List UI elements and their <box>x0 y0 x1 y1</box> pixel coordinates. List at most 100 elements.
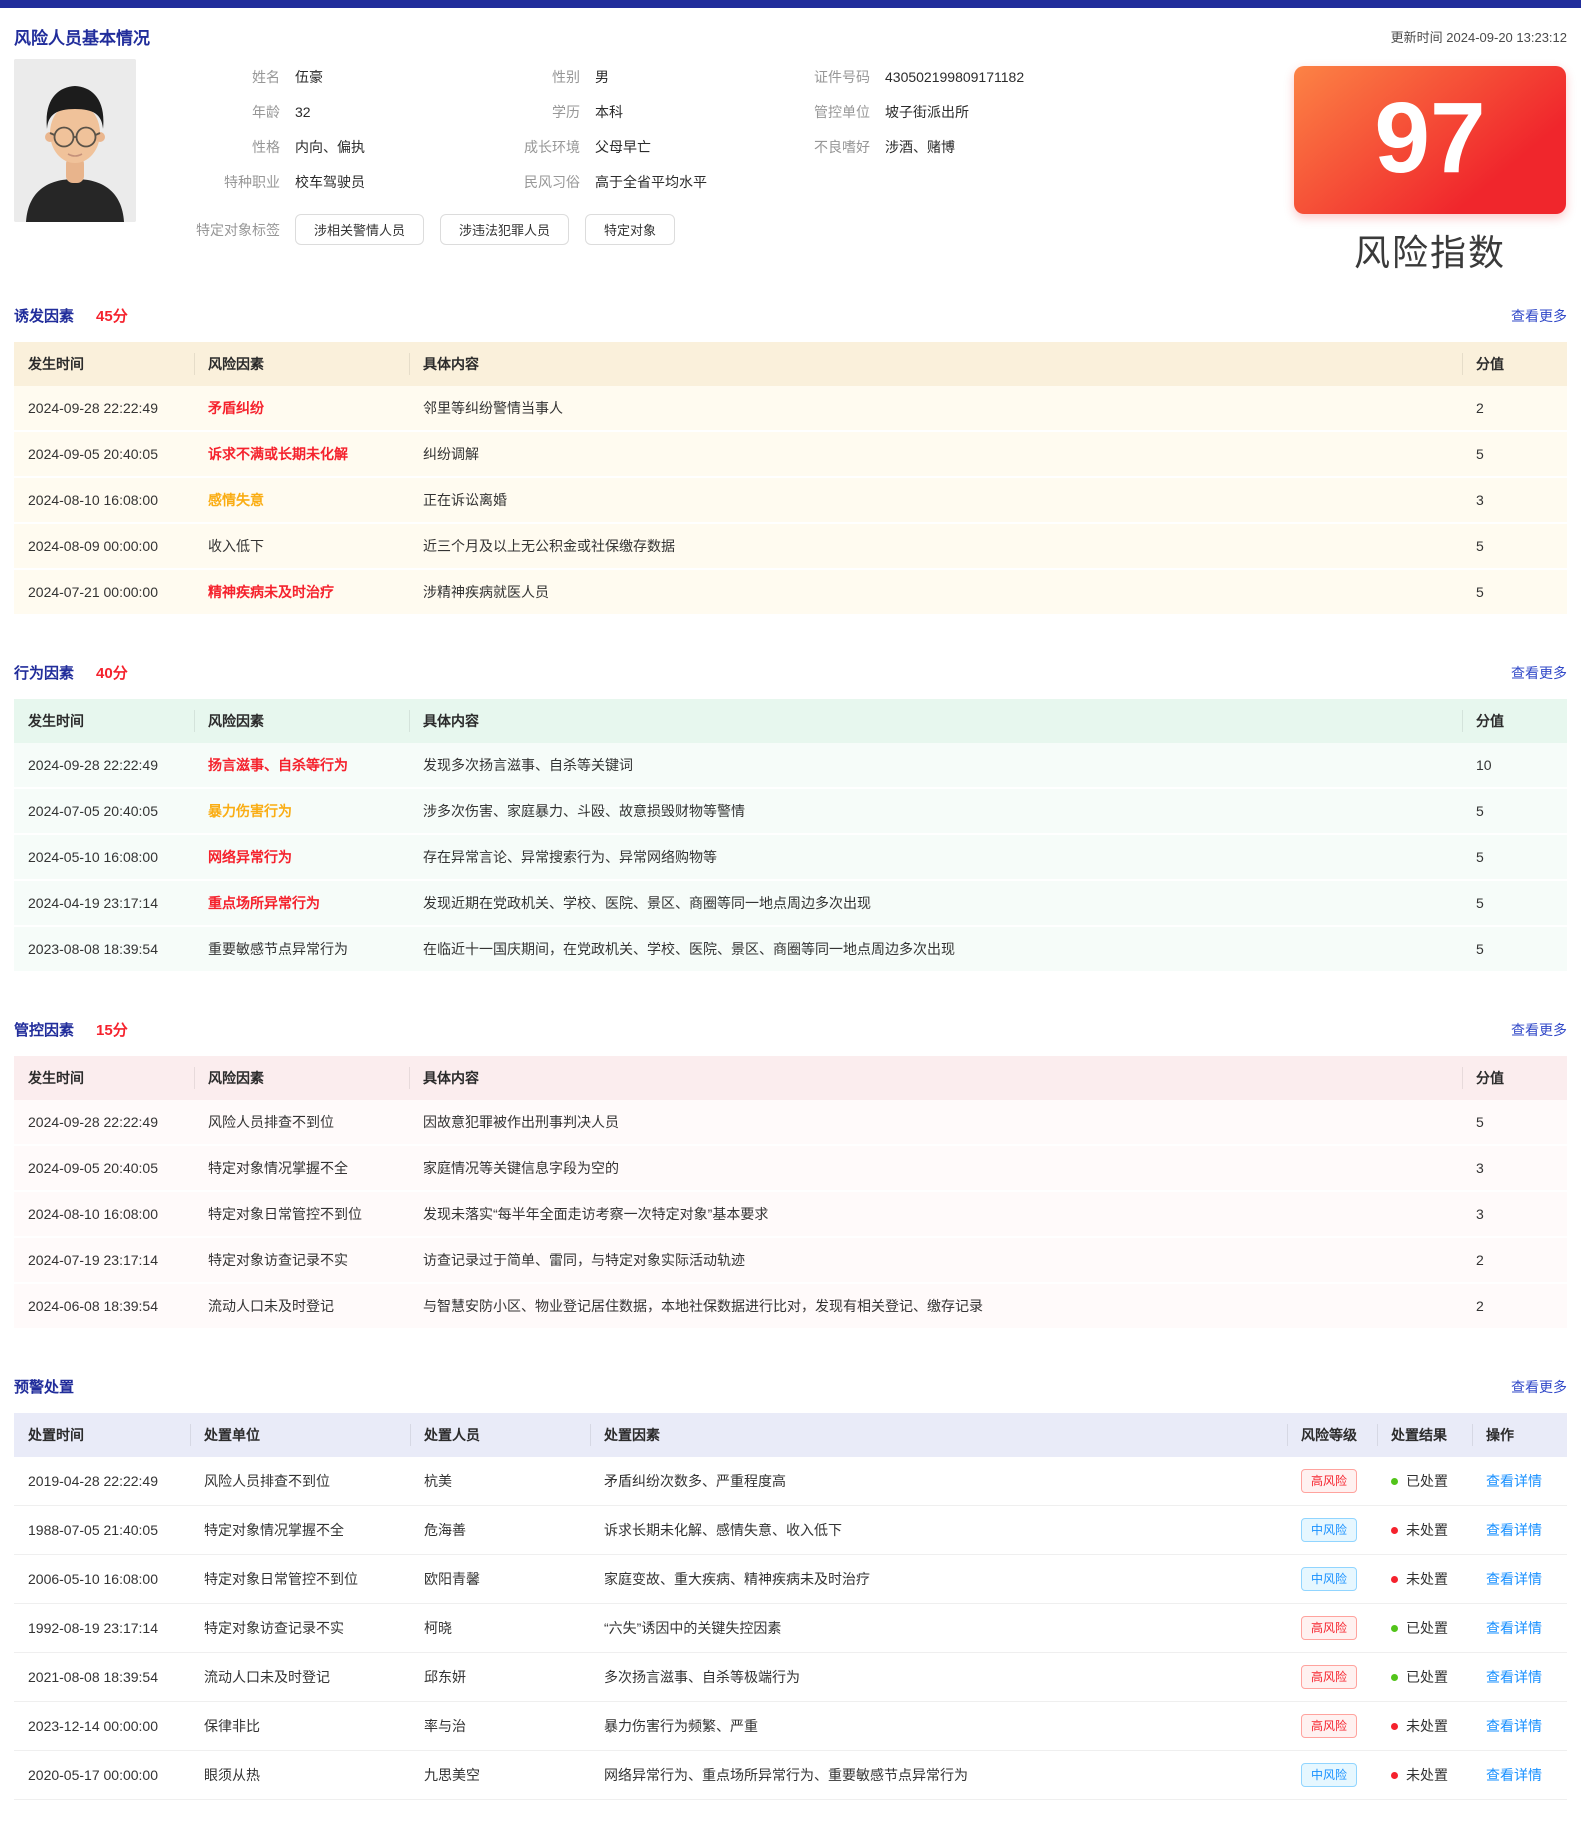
result-status-dot <box>1391 1576 1398 1583</box>
cell-person: 杭美 <box>410 1457 590 1506</box>
cell-risk-level: 中风险 <box>1287 1555 1377 1604</box>
column-header: 处置人员 <box>410 1413 590 1457</box>
column-header: 发生时间 <box>14 1056 194 1100</box>
cell-risk-factor: 特定对象日常管控不到位 <box>194 1191 409 1237</box>
factor-section-behavior: 行为因素40分查看更多发生时间风险因素具体内容分值2024-09-28 22:2… <box>14 662 1567 973</box>
profile-field-label: 特种职业 <box>180 172 280 192</box>
profile-tags-row: 特定对象标签 涉相关警情人员涉违法犯罪人员特定对象 <box>180 214 1247 245</box>
table-row: 2024-07-05 20:40:05暴力伤害行为涉多次伤害、家庭暴力、斗殴、故… <box>14 788 1567 834</box>
cell-result: 已处置 <box>1377 1457 1472 1506</box>
cell-risk-factor: 矛盾纠纷 <box>194 386 409 431</box>
view-more-link[interactable]: 查看更多 <box>1511 306 1567 326</box>
cell-content: 存在异常言论、异常搜索行为、异常网络购物等 <box>409 834 1462 880</box>
result-text: 已处置 <box>1406 1473 1448 1489</box>
cell-person: 邱东妍 <box>410 1653 590 1702</box>
result-text: 未处置 <box>1406 1522 1448 1538</box>
profile-field-value: 男 <box>580 67 760 87</box>
cell-risk-factor: 流动人口未及时登记 <box>194 1283 409 1329</box>
risk-level-badge: 中风险 <box>1301 1567 1357 1591</box>
cell-content: 发现近期在党政机关、学校、医院、景区、商圈等同一地点周边多次出现 <box>409 880 1462 926</box>
cell-unit: 风险人员排查不到位 <box>190 1457 410 1506</box>
view-detail-link[interactable]: 查看详情 <box>1486 1669 1542 1685</box>
cell-content: 在临近十一国庆期间，在党政机关、学校、医院、景区、商圈等同一地点周边多次出现 <box>409 926 1462 972</box>
factor-table: 发生时间风险因素具体内容分值2024-09-28 22:22:49风险人员排查不… <box>14 1056 1567 1330</box>
column-header: 分值 <box>1462 342 1567 386</box>
cell-content: 因故意犯罪被作出刑事判决人员 <box>409 1100 1462 1145</box>
cell-content: 涉精神疾病就医人员 <box>409 569 1462 615</box>
view-detail-link[interactable]: 查看详情 <box>1486 1620 1542 1636</box>
cell-time: 2020-05-17 00:00:00 <box>14 1751 190 1800</box>
view-detail-link[interactable]: 查看详情 <box>1486 1473 1542 1489</box>
profile-field-value: 涉酒、赌博 <box>870 137 1247 157</box>
profile-field-value: 430502199809171182 <box>870 69 1247 85</box>
cell-time: 2024-09-05 20:40:05 <box>14 1145 194 1191</box>
cell-unit: 特定对象访查记录不实 <box>190 1604 410 1653</box>
result-status-dot <box>1391 1723 1398 1730</box>
risk-level-badge: 高风险 <box>1301 1714 1357 1738</box>
cell-result: 已处置 <box>1377 1653 1472 1702</box>
section-header: 预警处置 查看更多 <box>14 1376 1567 1397</box>
cell-risk-factor: 特定对象访查记录不实 <box>194 1237 409 1283</box>
page-header: 风险人员基本情况 更新时间 2024-09-20 13:23:12 <box>14 24 1567 49</box>
cell-unit: 保律非比 <box>190 1702 410 1751</box>
view-more-link[interactable]: 查看更多 <box>1511 1020 1567 1040</box>
cell-action: 查看详情 <box>1472 1506 1567 1555</box>
update-time-value: 2024-09-20 13:23:12 <box>1446 30 1567 45</box>
section-header: 诱发因素45分查看更多 <box>14 305 1567 326</box>
cell-time: 1992-08-19 23:17:14 <box>14 1604 190 1653</box>
result-status-dot <box>1391 1527 1398 1534</box>
cell-risk-level: 高风险 <box>1287 1653 1377 1702</box>
disposal-section: 预警处置查看更多处置时间处置单位处置人员处置因素风险等级处置结果操作2019-0… <box>14 1376 1567 1800</box>
cell-risk-factor: 收入低下 <box>194 523 409 569</box>
cell-time: 2023-12-14 00:00:00 <box>14 1702 190 1751</box>
view-more-link[interactable]: 查看更多 <box>1511 663 1567 683</box>
table-row: 2024-09-28 22:22:49风险人员排查不到位因故意犯罪被作出刑事判决… <box>14 1100 1567 1145</box>
cell-result: 未处置 <box>1377 1751 1472 1800</box>
cell-result: 未处置 <box>1377 1702 1472 1751</box>
view-detail-link[interactable]: 查看详情 <box>1486 1522 1542 1538</box>
cell-time: 1988-07-05 21:40:05 <box>14 1506 190 1555</box>
cell-score: 2 <box>1462 1283 1567 1329</box>
column-header: 操作 <box>1472 1413 1567 1457</box>
view-detail-link[interactable]: 查看详情 <box>1486 1571 1542 1587</box>
table-row: 2024-09-05 20:40:05特定对象情况掌握不全家庭情况等关键信息字段… <box>14 1145 1567 1191</box>
table-row: 2024-09-05 20:40:05诉求不满或长期未化解纠纷调解5 <box>14 431 1567 477</box>
result-status-dot <box>1391 1478 1398 1485</box>
factor-table: 发生时间风险因素具体内容分值2024-09-28 22:22:49矛盾纠纷邻里等… <box>14 342 1567 616</box>
special-object-tag: 特定对象 <box>585 214 675 245</box>
result-status-dot <box>1391 1625 1398 1632</box>
cell-time: 2024-05-10 16:08:00 <box>14 834 194 880</box>
column-header: 发生时间 <box>14 342 194 386</box>
factor-table: 发生时间风险因素具体内容分值2024-09-28 22:22:49扬言滋事、自杀… <box>14 699 1567 973</box>
cell-time: 2024-06-08 18:39:54 <box>14 1283 194 1329</box>
cell-time: 2024-09-28 22:22:49 <box>14 1100 194 1145</box>
table-header-row: 发生时间风险因素具体内容分值 <box>14 342 1567 386</box>
cell-content: 涉多次伤害、家庭暴力、斗殴、故意损毁财物等警情 <box>409 788 1462 834</box>
section-header: 管控因素15分查看更多 <box>14 1019 1567 1040</box>
column-header: 处置结果 <box>1377 1413 1472 1457</box>
view-more-link[interactable]: 查看更多 <box>1511 1377 1567 1397</box>
section-header: 行为因素40分查看更多 <box>14 662 1567 683</box>
cell-action: 查看详情 <box>1472 1457 1567 1506</box>
cell-result: 未处置 <box>1377 1555 1472 1604</box>
table-row: 2024-08-10 16:08:00特定对象日常管控不到位发现未落实“每半年全… <box>14 1191 1567 1237</box>
column-header: 风险等级 <box>1287 1413 1377 1457</box>
column-header: 风险因素 <box>194 1056 409 1100</box>
risk-person-page: 风险人员基本情况 更新时间 2024-09-20 13:23:12 <box>0 24 1581 1840</box>
person-photo-illustration <box>14 59 136 222</box>
section-title: 行为因素 <box>14 662 74 683</box>
cell-action: 查看详情 <box>1472 1555 1567 1604</box>
cell-result: 未处置 <box>1377 1506 1472 1555</box>
table-row: 2020-05-17 00:00:00眼须从热九思美空网络异常行为、重点场所异常… <box>14 1751 1567 1800</box>
result-text: 未处置 <box>1406 1571 1448 1587</box>
special-object-tag: 涉相关警情人员 <box>295 214 424 245</box>
cell-risk-factor: 风险人员排查不到位 <box>194 1100 409 1145</box>
section-title: 诱发因素 <box>14 305 74 326</box>
cell-person: 欧阳青馨 <box>410 1555 590 1604</box>
view-detail-link[interactable]: 查看详情 <box>1486 1767 1542 1783</box>
section-title: 预警处置 <box>14 1376 74 1397</box>
result-text: 未处置 <box>1406 1767 1448 1783</box>
view-detail-link[interactable]: 查看详情 <box>1486 1718 1542 1734</box>
table-row: 2024-07-21 00:00:00精神疾病未及时治疗涉精神疾病就医人员5 <box>14 569 1567 615</box>
cell-result: 已处置 <box>1377 1604 1472 1653</box>
